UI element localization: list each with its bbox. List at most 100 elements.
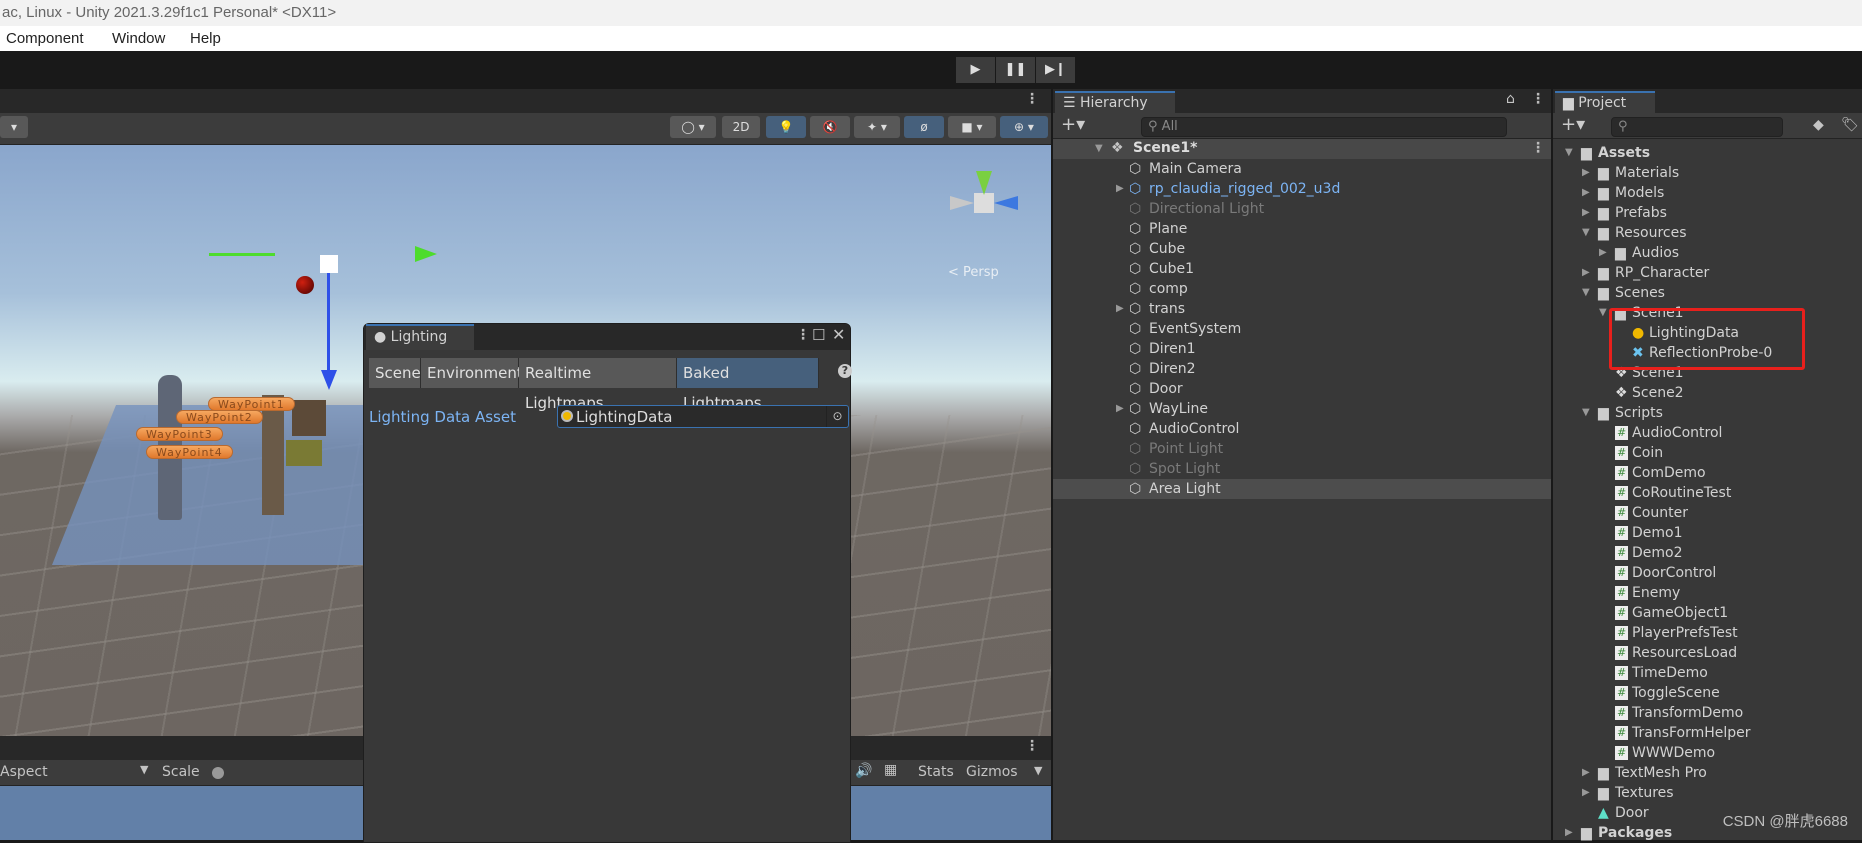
project-item[interactable]: # TimeDemo <box>1553 663 1862 683</box>
project-item[interactable]: # PlayerPrefsTest <box>1553 623 1862 643</box>
kebab-menu-icon[interactable]: ⋮ <box>796 327 810 343</box>
expand-arrow-icon[interactable]: ▼ <box>1599 303 1607 323</box>
project-item[interactable]: # TransformDemo <box>1553 703 1862 723</box>
expand-arrow-icon[interactable]: ▶ <box>1582 783 1590 803</box>
project-item[interactable]: # GameObject1 <box>1553 603 1862 623</box>
waypoint-label[interactable]: WayPoint4 <box>146 445 233 459</box>
close-icon[interactable]: ✕ <box>832 325 845 344</box>
orientation-gizmo[interactable] <box>944 163 1024 243</box>
add-object-button[interactable]: +▾ <box>1061 114 1085 135</box>
play-button[interactable]: ▶ <box>956 57 995 83</box>
hierarchy-item[interactable]: ⬡ Area Light <box>1053 479 1551 499</box>
project-item[interactable]: # Coin <box>1553 443 1862 463</box>
hierarchy-item[interactable]: ⬡ Main Camera <box>1053 159 1551 179</box>
kebab-menu-icon[interactable]: ⋮ <box>1531 91 1545 107</box>
menu-window[interactable]: Window <box>112 26 165 51</box>
maximize-icon[interactable]: ☐ <box>812 326 825 344</box>
scene-visibility-toggle[interactable]: ø <box>904 116 944 138</box>
expand-arrow-icon[interactable]: ▼ <box>1582 223 1590 243</box>
project-item[interactable]: # ToggleScene <box>1553 683 1862 703</box>
project-item[interactable]: # Demo2 <box>1553 543 1862 563</box>
hierarchy-item[interactable]: ▶ ⬡ rp_claudia_rigged_002_u3d <box>1053 179 1551 199</box>
speaker-icon[interactable]: 🔊 <box>855 763 872 779</box>
lighting-subtab-realtime-lightmaps[interactable]: Realtime Lightmaps <box>519 358 677 412</box>
expand-arrow-icon[interactable]: ▼ <box>1582 283 1590 303</box>
stats-button[interactable]: Stats <box>918 764 954 780</box>
y-axis-handle[interactable] <box>209 253 275 256</box>
project-item[interactable]: ▶ ▆ RP_Character <box>1553 263 1862 283</box>
project-item[interactable]: # WWWDemo <box>1553 743 1862 763</box>
expand-arrow-icon[interactable]: ▶ <box>1582 203 1590 223</box>
scale-slider[interactable] <box>212 767 224 779</box>
hierarchy-item[interactable]: ⬡ Cube <box>1053 239 1551 259</box>
menu-component[interactable]: Component <box>6 26 84 51</box>
lighting-toggle[interactable]: 💡 <box>766 116 806 138</box>
area-light-icon[interactable] <box>320 255 338 273</box>
hierarchy-item[interactable]: ⬡ Diren2 <box>1053 359 1551 379</box>
audio-toggle[interactable]: 🔇 <box>810 116 850 138</box>
expand-arrow-icon[interactable]: ▶ <box>1582 183 1590 203</box>
project-item[interactable]: # AudioControl <box>1553 423 1862 443</box>
project-item[interactable]: ▼ ▆ Resources <box>1553 223 1862 243</box>
help-icon[interactable]: ? <box>838 364 852 378</box>
project-item[interactable]: ▶ ▆ TextMesh Pro <box>1553 763 1862 783</box>
project-item[interactable]: ❖ Scene2 <box>1553 383 1862 403</box>
step-button[interactable]: ▶❙ <box>1036 57 1075 83</box>
kebab-menu-icon[interactable]: ⋮ <box>1531 140 1545 156</box>
expand-arrow-icon[interactable]: ▼ <box>1582 403 1590 423</box>
expand-arrow-icon[interactable]: ▶ <box>1599 243 1607 263</box>
expand-arrow-icon[interactable]: ▶ <box>1582 163 1590 183</box>
project-item[interactable]: # Counter <box>1553 503 1862 523</box>
project-item[interactable]: # CoRoutineTest <box>1553 483 1862 503</box>
project-item[interactable]: ▼ ▆ Assets <box>1553 143 1862 163</box>
hierarchy-item[interactable]: ⬡ AudioControl <box>1053 419 1551 439</box>
kebab-menu-icon[interactable]: ⋮ <box>1025 738 1039 754</box>
project-item[interactable]: ▼ ▆ Scripts <box>1553 403 1862 423</box>
chevron-down-icon[interactable]: ▼ <box>1034 764 1042 777</box>
tool-dropdown[interactable]: ▾ <box>0 116 28 138</box>
hierarchy-item[interactable]: ⬡ comp <box>1053 279 1551 299</box>
expand-arrow-icon[interactable]: ▶ <box>1582 763 1590 783</box>
lighting-subtab-scene[interactable]: Scene <box>369 358 421 388</box>
project-item[interactable]: ▶ ▆ Textures <box>1553 783 1862 803</box>
hierarchy-item[interactable]: ⬡ EventSystem <box>1053 319 1551 339</box>
project-item[interactable]: ▶ ▆ Prefabs <box>1553 203 1862 223</box>
hierarchy-tab[interactable]: ☰ Hierarchy <box>1055 91 1175 113</box>
aspect-dropdown[interactable]: Aspect <box>0 764 48 780</box>
hierarchy-item[interactable]: ⬡ Cube1 <box>1053 259 1551 279</box>
hierarchy-item[interactable]: ⬡ Point Light <box>1053 439 1551 459</box>
expand-arrow-icon[interactable]: ▶ <box>1582 263 1590 283</box>
project-item[interactable]: # ComDemo <box>1553 463 1862 483</box>
lighting-data-asset-field[interactable]: LightingData ⊙ <box>557 405 849 428</box>
effects-dropdown[interactable]: ✦ ▾ <box>854 116 900 138</box>
waypoint-label[interactable]: WayPoint1 <box>208 397 295 411</box>
lighting-subtab-environment[interactable]: Environment <box>421 358 523 388</box>
expand-arrow-icon[interactable]: ▼ <box>1095 143 1103 154</box>
gizmos-button[interactable]: Gizmos <box>966 764 1018 780</box>
hierarchy-item[interactable]: ⬡ Plane <box>1053 219 1551 239</box>
hierarchy-item[interactable]: ⬡ Spot Light <box>1053 459 1551 479</box>
shading-mode-dropdown[interactable]: ◯ ▾ <box>670 116 716 138</box>
menu-help[interactable]: Help <box>190 26 221 51</box>
hierarchy-item[interactable]: ⬡ Diren1 <box>1053 339 1551 359</box>
project-item[interactable]: ▼ ▆ Scenes <box>1553 283 1862 303</box>
project-item[interactable]: ▶ ▆ Audios <box>1553 243 1862 263</box>
grid-icon[interactable]: ▦ <box>884 762 897 778</box>
expand-arrow-icon[interactable]: ▶ <box>1116 399 1124 419</box>
project-item[interactable]: # Enemy <box>1553 583 1862 603</box>
create-asset-button[interactable]: +▾ <box>1561 114 1585 135</box>
object-picker-icon[interactable]: ⊙ <box>826 406 848 427</box>
project-item[interactable]: ▶ ▆ Materials <box>1553 163 1862 183</box>
pause-button[interactable]: ❚❚ <box>996 57 1035 83</box>
project-item[interactable]: ▶ ▆ Models <box>1553 183 1862 203</box>
filter-by-type-icon[interactable]: ◆ <box>1813 117 1824 133</box>
expand-arrow-icon[interactable]: ▶ <box>1116 179 1124 199</box>
waypoint-label[interactable]: WayPoint2 <box>176 410 263 424</box>
kebab-menu-icon[interactable]: ⋮ <box>1025 91 1039 107</box>
toggle-2d-button[interactable]: 2D <box>722 116 760 138</box>
hierarchy-item[interactable]: ▶ ⬡ trans <box>1053 299 1551 319</box>
lighting-subtab-baked-lightmaps[interactable]: Baked Lightmaps <box>677 358 819 412</box>
projection-label[interactable]: < Persp <box>948 265 999 280</box>
expand-arrow-icon[interactable]: ▼ <box>1565 143 1573 163</box>
filter-by-label-icon[interactable]: 🏷 <box>1841 117 1859 133</box>
